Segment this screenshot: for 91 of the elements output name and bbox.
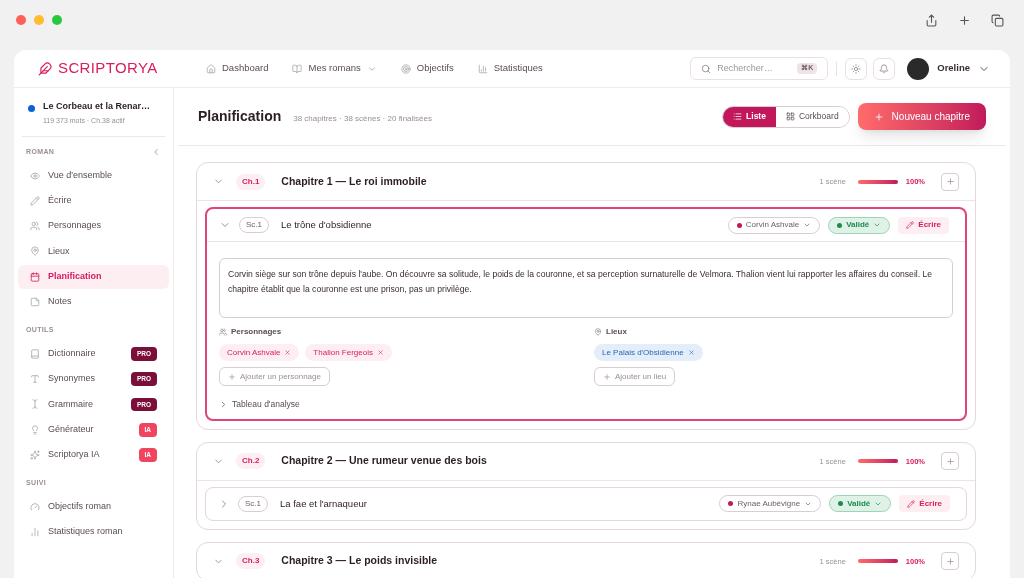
book-icon [292,63,303,74]
grid-icon [785,112,795,121]
search-icon [701,63,712,74]
write-button[interactable]: Écrire [898,216,949,234]
analysis-toggle[interactable]: Tableau d'analyse [219,398,300,411]
sidebar-item[interactable]: Objectifs roman [18,494,169,519]
new-chapter-button[interactable]: Nouveau chapitre [857,103,986,130]
pencil-icon [30,195,40,206]
add-scene-button[interactable] [941,452,959,471]
chapter-tag: Ch.1 [236,173,266,190]
home-icon [206,63,216,74]
section-label: Lieux [606,326,627,338]
section-label: Personnages [231,326,282,338]
target-icon [400,63,411,74]
brand-name: SCRIPTORYA [58,58,158,79]
scene-title: Le trône d'obsidienne [281,217,372,232]
view-tab[interactable]: Liste [723,106,776,127]
avatar[interactable] [907,57,930,80]
bell-icon [879,63,890,74]
caret-icon [803,221,812,229]
search-placeholder: Rechercher… [717,61,773,75]
write-button[interactable]: Écrire [899,495,950,513]
tabs-icon[interactable] [991,13,1004,27]
users-icon [30,221,40,232]
book-icon [30,348,40,359]
remove-icon[interactable] [687,349,695,356]
chart-icon [477,63,488,74]
sidebar-item[interactable]: Notes [18,290,169,314]
pin-icon [30,246,40,257]
minimize-window-icon[interactable] [34,15,44,25]
place-chip[interactable]: Le Palais d'Obsidienne [594,344,703,361]
eye-icon [30,170,40,181]
nav-link[interactable]: Dashboard [206,61,269,76]
caret-icon [873,221,882,229]
chapter-title: Chapitre 1 — Le roi immobile [281,173,427,189]
bulb-icon [30,424,40,435]
status-dropdown[interactable]: Validé [829,495,892,513]
plus-icon [873,111,884,122]
chapter-title: Chapitre 2 — Une rumeur venue des bois [281,453,487,469]
sidebar-item[interactable]: Planification [18,264,169,289]
plus-icon[interactable] [958,13,971,27]
plus-icon [945,556,955,566]
calendar-icon [30,271,40,282]
user-name: Oreline [937,61,970,76]
users-icon [219,328,227,336]
plus-icon [945,456,955,466]
remove-icon[interactable] [284,349,292,356]
plus-icon [228,372,236,381]
theme-button[interactable] [845,57,868,80]
plus-icon [945,177,955,186]
sparkle-icon [30,449,40,460]
share-icon[interactable] [925,13,938,27]
plus-icon [603,372,611,381]
page-meta: 38 chapitres · 38 scènes · 20 finalisées [293,112,432,125]
character-chip[interactable]: Thalion Fergeois [305,344,392,361]
sidebar-item[interactable]: Écrire [18,188,169,213]
chapter-title: Chapitre 3 — Le poids invisible [281,553,438,569]
zoom-window-icon[interactable] [52,15,62,25]
nav-link[interactable]: Objectifs [400,61,454,76]
sidebar-item[interactable]: Vue d'ensemble [18,163,169,188]
page-title: Planification [198,107,282,126]
remove-icon[interactable] [376,349,384,356]
list-icon [733,112,743,121]
pin-icon [594,328,602,336]
close-window-icon[interactable] [16,15,26,25]
collapse-icon[interactable] [151,147,161,158]
notifications-button[interactable] [873,57,896,80]
text-icon [30,374,40,385]
pencil-icon [907,499,916,508]
summary-field[interactable]: Corvin siège sur son trône depuis l'aube. On découvre sa solitude, le poids de la couronne, et sa perception surnaturelle de Velmora. Thalion vient lui rapporter les affaires du conseil. Le chapitre établit que la couronne est une prison, pas un privilège. [219,258,953,318]
logo-icon [38,61,52,76]
add-scene-button[interactable] [941,172,959,191]
nav-link[interactable]: Statistiques [477,61,543,76]
cursor-icon [30,399,40,410]
sun-icon [851,63,862,74]
character-chip[interactable]: Corvin Ashvale [219,344,300,361]
chapter-tag: Ch.3 [236,553,266,570]
chevron-right-icon [219,399,228,409]
status-dropdown[interactable]: Validé [828,216,891,234]
sidebar-item[interactable]: Personnages [18,214,169,239]
nav-link[interactable]: Mes romans [292,61,377,76]
add-scene-button[interactable] [941,552,959,571]
sidebar-item[interactable]: Lieux [18,239,169,264]
scene-title: La fae et l'arnaqueur [280,496,367,511]
pencil-icon [906,221,915,229]
note-icon [30,297,40,307]
chapter-tag: Ch.2 [236,453,266,470]
chart-icon [30,527,40,538]
project-title[interactable]: Le Corbeau et la Renar… [43,100,151,114]
sidebar-item[interactable]: Statistiques roman [18,520,169,545]
gauge-icon [30,501,40,512]
